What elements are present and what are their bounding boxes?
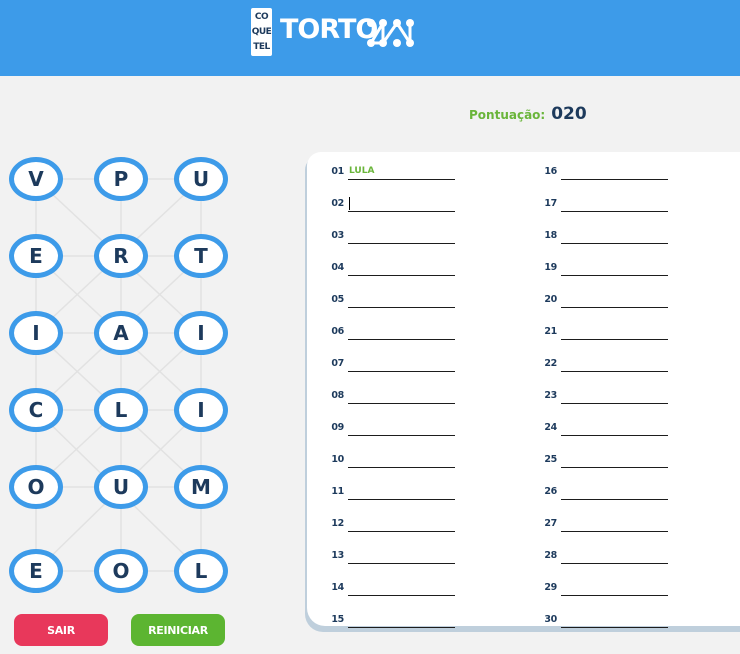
answer-slot-number: 08 — [331, 390, 344, 401]
answer-slot-number: 03 — [331, 230, 344, 241]
header-bar: CO QUE TEL TORTO — [0, 0, 740, 76]
answer-slot-word[interactable] — [561, 452, 668, 468]
answer-slot-word[interactable] — [348, 516, 455, 532]
answer-slot-word[interactable] — [561, 292, 668, 308]
answer-slot-number: 28 — [544, 550, 557, 561]
answer-slot-word[interactable] — [561, 228, 668, 244]
letter-tile[interactable]: P — [94, 157, 148, 201]
answer-slot-number: 05 — [331, 294, 344, 305]
text-cursor — [349, 197, 350, 210]
connected-nodes-icon — [367, 19, 414, 47]
answer-slot-word[interactable] — [561, 356, 668, 372]
letter-tile[interactable]: I — [9, 311, 63, 355]
letter-tile[interactable]: I — [174, 388, 228, 432]
letter-tile[interactable]: M — [174, 465, 228, 509]
answer-slot-word[interactable] — [348, 292, 455, 308]
answer-slot-number: 15 — [331, 614, 344, 625]
restart-button[interactable]: REINICIAR — [131, 614, 225, 646]
answer-slot-word[interactable] — [561, 420, 668, 436]
answer-slot-word[interactable]: LULA — [348, 164, 455, 180]
exit-button[interactable]: SAIR — [14, 614, 108, 646]
answer-slot-number: 27 — [544, 518, 557, 529]
answer-slot-number: 04 — [331, 262, 344, 273]
answer-slot-word[interactable] — [348, 452, 455, 468]
answer-slot-word[interactable] — [348, 388, 455, 404]
answer-slot-number: 13 — [331, 550, 344, 561]
answer-slot-number: 10 — [331, 454, 344, 465]
answer-slot-word[interactable] — [561, 612, 668, 628]
answer-slot-word[interactable] — [348, 612, 455, 628]
answer-slot-word[interactable] — [348, 484, 455, 500]
answer-slot-word[interactable] — [561, 548, 668, 564]
logo-line-1: CO — [254, 11, 269, 22]
answer-slot-word[interactable] — [348, 196, 455, 212]
answer-slot-number: 11 — [331, 486, 344, 497]
answer-slot-number: 22 — [544, 358, 557, 369]
score-value: 020 — [551, 104, 587, 124]
letter-tile[interactable]: A — [94, 311, 148, 355]
letter-tile[interactable]: T — [174, 234, 228, 278]
answer-slot-number: 12 — [331, 518, 344, 529]
letter-tile[interactable]: O — [94, 549, 148, 593]
answer-slot-number: 17 — [544, 198, 557, 209]
answer-slot-number: 16 — [544, 166, 557, 177]
logo-line-3: TEL — [253, 41, 270, 52]
letter-tile[interactable]: U — [94, 465, 148, 509]
answer-slot-number: 06 — [331, 326, 344, 337]
answer-slot-word[interactable] — [561, 164, 668, 180]
board-connection-lines — [35, 178, 202, 572]
answer-slot-number: 25 — [544, 454, 557, 465]
letter-tile[interactable]: V — [9, 157, 63, 201]
answer-slot-word[interactable] — [561, 324, 668, 340]
score-label: Pontuação: — [469, 108, 546, 122]
answer-slot-number: 23 — [544, 390, 557, 401]
answer-slot-word[interactable] — [348, 548, 455, 564]
answer-slot-number: 14 — [331, 582, 344, 593]
answer-slot-number: 26 — [544, 486, 557, 497]
logo-line-2: QUE — [251, 26, 272, 37]
letter-tile[interactable]: E — [9, 549, 63, 593]
answer-slot-word[interactable] — [348, 260, 455, 276]
letter-tile[interactable]: U — [174, 157, 228, 201]
letter-tile[interactable]: O — [9, 465, 63, 509]
answer-slot-number: 29 — [544, 582, 557, 593]
answer-slot-number: 09 — [331, 422, 344, 433]
letter-tile[interactable]: I — [174, 311, 228, 355]
letter-tile[interactable]: C — [9, 388, 63, 432]
letter-tile[interactable]: L — [94, 388, 148, 432]
answer-slot-word[interactable] — [348, 324, 455, 340]
answer-slot-word[interactable] — [561, 484, 668, 500]
answer-slot-word[interactable] — [561, 196, 668, 212]
answer-slot-word[interactable] — [561, 388, 668, 404]
answer-slot-word[interactable] — [348, 228, 455, 244]
coquetel-logo: CO QUE TEL — [251, 8, 272, 56]
answer-slot-word[interactable] — [561, 580, 668, 596]
answer-slot-word[interactable] — [561, 260, 668, 276]
answer-slot-word[interactable] — [348, 356, 455, 372]
answer-slot-number: 01 — [331, 166, 344, 177]
answer-slot-number: 24 — [544, 422, 557, 433]
answer-slot-word[interactable] — [348, 420, 455, 436]
score-display: Pontuação: 020 — [469, 104, 587, 124]
game-title: TORTO — [280, 14, 378, 45]
letter-tile[interactable]: R — [94, 234, 148, 278]
answer-slot-number: 07 — [331, 358, 344, 369]
answer-slot-number: 18 — [544, 230, 557, 241]
answer-slot-number: 21 — [544, 326, 557, 337]
answer-slot-number: 02 — [331, 198, 344, 209]
answer-slot-word[interactable] — [561, 516, 668, 532]
answer-card: 01 LULA 02 03 04 05 06 07 08 09 10 11 12 13 14 15 16 17 18… — [307, 152, 740, 628]
answer-slot-number: 20 — [544, 294, 557, 305]
answer-slot-number: 30 — [544, 614, 557, 625]
letter-tile[interactable]: L — [174, 549, 228, 593]
letter-board: VPUERTIAICLIOUMEOL — [0, 150, 240, 600]
letter-tile[interactable]: E — [9, 234, 63, 278]
answer-slot-number: 19 — [544, 262, 557, 273]
answer-slot-word[interactable] — [348, 580, 455, 596]
